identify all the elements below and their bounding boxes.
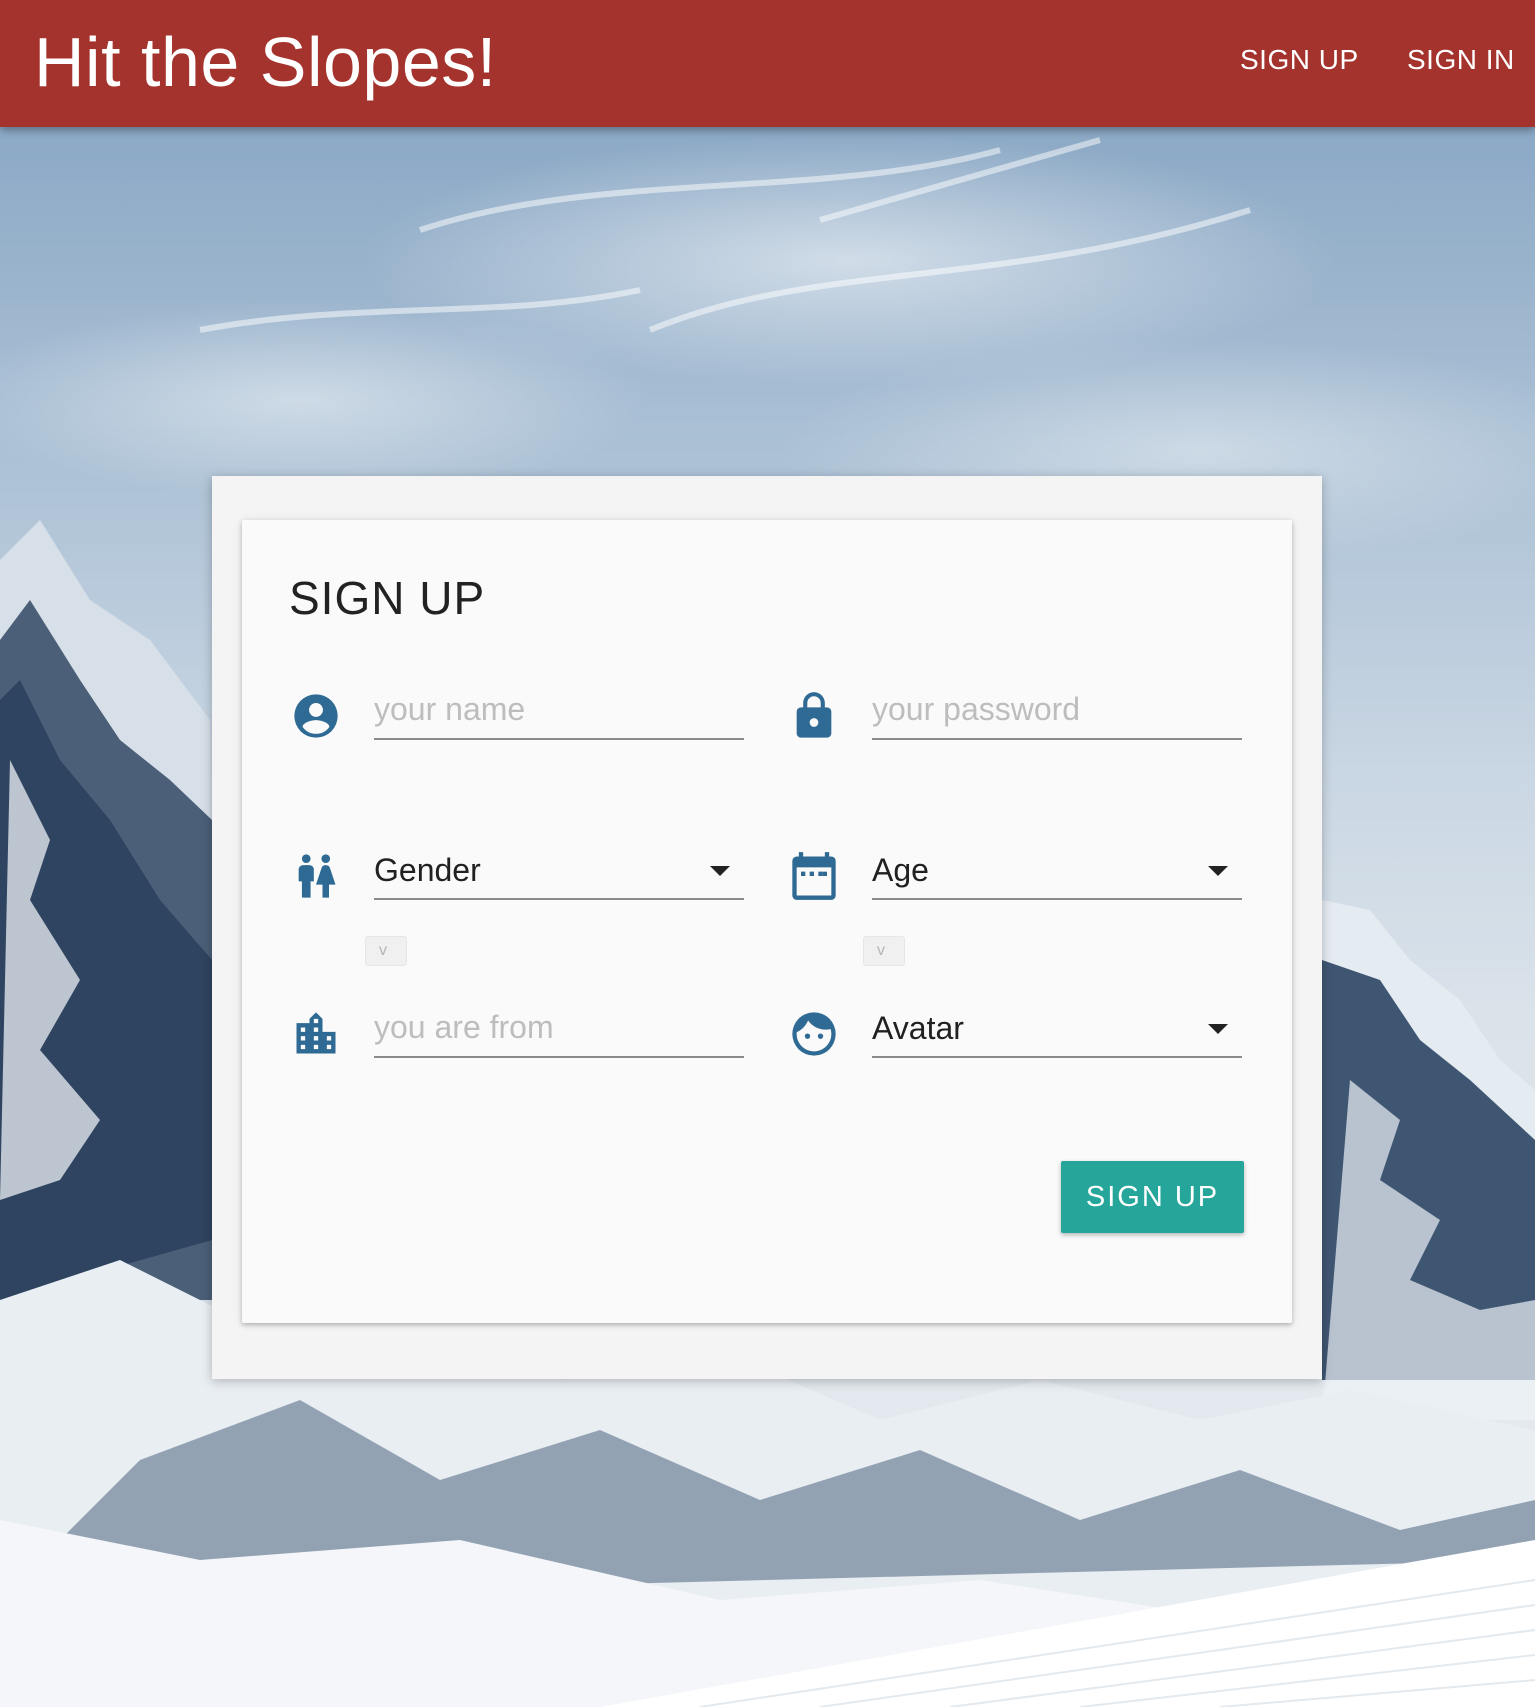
lock-icon (788, 690, 840, 742)
chevron-down-icon: v (379, 942, 387, 959)
avatar-select[interactable]: Avatar (872, 1000, 1242, 1058)
city-icon (290, 1008, 342, 1060)
age-select[interactable]: Age (872, 842, 1242, 900)
gender-native-select[interactable]: v (365, 936, 407, 966)
age-native-select[interactable]: v (863, 936, 905, 966)
nav-sign-up-link[interactable]: SIGN UP (1240, 40, 1359, 80)
location-field (374, 1000, 744, 1058)
caret-down-icon (1208, 866, 1228, 876)
account-circle-icon (290, 690, 342, 742)
caret-down-icon (1208, 1024, 1228, 1034)
password-input[interactable] (872, 686, 1232, 732)
nav-sign-in-link[interactable]: SIGN IN (1407, 40, 1515, 80)
caret-down-icon (710, 866, 730, 876)
location-input[interactable] (374, 1004, 734, 1050)
gender-select-value: Gender (374, 852, 481, 888)
card-title: SIGN UP (289, 572, 486, 624)
face-icon (788, 1008, 840, 1060)
signup-card: SIGN UP Gender v Age v (242, 520, 1292, 1323)
chevron-down-icon: v (877, 942, 885, 959)
age-select-value: Age (872, 852, 929, 888)
name-field (374, 682, 744, 740)
password-field (872, 682, 1242, 740)
gender-select[interactable]: Gender (374, 842, 744, 900)
name-input[interactable] (374, 686, 734, 732)
app-title: Hit the Slopes! (34, 23, 497, 101)
calendar-icon (788, 850, 840, 902)
app-bar: Hit the Slopes! SIGN UP SIGN IN (0, 0, 1535, 127)
avatar-select-value: Avatar (872, 1010, 964, 1046)
wc-icon (290, 850, 342, 902)
sign-up-submit-button[interactable]: SIGN UP (1061, 1161, 1244, 1233)
